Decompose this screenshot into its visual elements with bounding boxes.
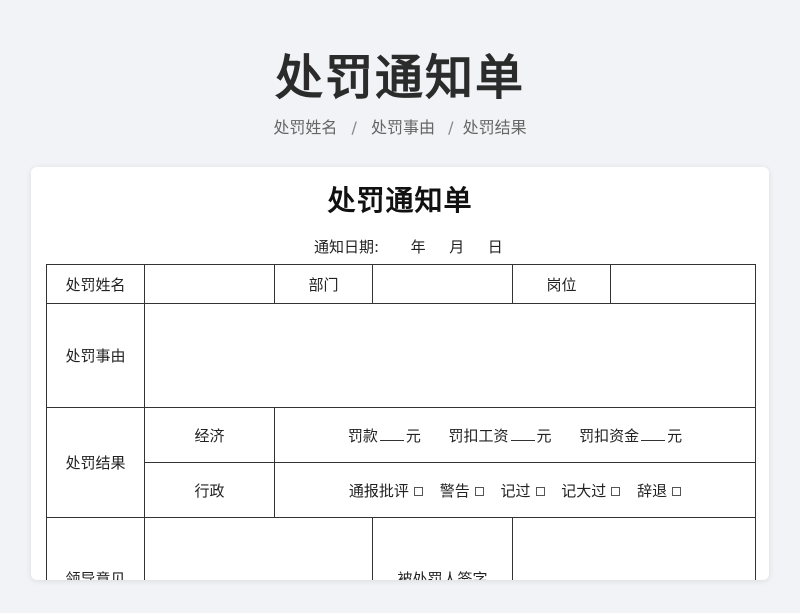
post-label-cell: 岗位 bbox=[512, 264, 611, 304]
fund-blank[interactable] bbox=[641, 426, 666, 441]
option-criticism: 通报批评 bbox=[348, 481, 409, 500]
reason-label-cell: 处罚事由 bbox=[46, 303, 145, 408]
wage-label: 罚扣工资 bbox=[448, 426, 509, 445]
table-row: 处罚结果 经济 罚款 元 罚扣工资 元 罚扣资金 元 bbox=[46, 407, 756, 518]
page-title: 处罚通知单 bbox=[274, 50, 525, 106]
notice-date-line: 通知日期: 年 月 日 bbox=[314, 236, 503, 257]
document-preview-card: 处罚通知单 通知日期: 年 月 日 处罚姓名 部门 岗位 处罚事由 处罚结果 经… bbox=[31, 167, 769, 580]
option-warning: 警告 bbox=[439, 481, 470, 500]
breadcrumb-item-result: 处罚结果 bbox=[462, 118, 527, 137]
breadcrumb: 处罚姓名 / 处罚事由 / 处罚结果 bbox=[0, 114, 800, 138]
checkbox-criticism[interactable] bbox=[413, 486, 423, 496]
fine-label: 罚款 bbox=[347, 426, 378, 445]
leader-label-cell: 领导意见 bbox=[46, 517, 145, 580]
checkbox-demerit[interactable] bbox=[535, 486, 545, 496]
yuan-label: 元 bbox=[536, 426, 552, 445]
name-label-cell: 处罚姓名 bbox=[46, 264, 145, 304]
breadcrumb-item-name: 处罚姓名 bbox=[273, 118, 338, 137]
result-label-cell: 处罚结果 bbox=[46, 407, 145, 518]
table-row: 行政 通报批评 警告 记过 记大过 辞退 bbox=[47, 462, 756, 518]
admin-label-cell: 行政 bbox=[144, 462, 275, 518]
economic-value-cell: 罚款 元 罚扣工资 元 罚扣资金 元 bbox=[274, 407, 756, 463]
dept-value-cell[interactable] bbox=[372, 264, 513, 304]
option-dismissal: 辞退 bbox=[637, 481, 668, 500]
yuan-label: 元 bbox=[667, 426, 683, 445]
admin-options-cell: 通报批评 警告 记过 记大过 辞退 bbox=[274, 462, 756, 518]
yuan-label: 元 bbox=[405, 426, 421, 445]
table-row: 处罚事由 bbox=[46, 303, 756, 408]
leader-value-cell[interactable] bbox=[144, 517, 373, 580]
fine-blank[interactable] bbox=[379, 426, 404, 441]
signee-label-cell: 被处罚人签字 bbox=[372, 517, 513, 580]
table-row: 领导意见 被处罚人签字 bbox=[46, 517, 756, 580]
checkbox-warning[interactable] bbox=[474, 486, 484, 496]
date-year: 年 bbox=[410, 238, 426, 256]
checkbox-major-demerit[interactable] bbox=[611, 486, 621, 496]
breadcrumb-separator: / bbox=[351, 118, 357, 137]
name-value-cell[interactable] bbox=[144, 264, 275, 304]
table-row: 处罚姓名 部门 岗位 bbox=[46, 264, 756, 304]
reason-value-cell[interactable] bbox=[144, 303, 756, 408]
dept-label-cell: 部门 bbox=[274, 264, 373, 304]
option-demerit: 记过 bbox=[500, 481, 531, 500]
economic-label-cell: 经济 bbox=[144, 407, 275, 463]
fund-label: 罚扣资金 bbox=[579, 426, 640, 445]
wage-blank[interactable] bbox=[510, 426, 535, 441]
document-title: 处罚通知单 bbox=[327, 184, 473, 217]
checkbox-dismissal[interactable] bbox=[672, 486, 682, 496]
date-month: 月 bbox=[449, 238, 465, 256]
signee-value-cell[interactable] bbox=[512, 517, 756, 580]
breadcrumb-item-reason: 处罚事由 bbox=[370, 118, 435, 137]
post-value-cell[interactable] bbox=[610, 264, 756, 304]
option-major-demerit: 记大过 bbox=[561, 481, 607, 500]
penalty-form-table: 处罚姓名 部门 岗位 处罚事由 处罚结果 经济 罚款元 罚扣工资元 罚扣资金元 … bbox=[46, 264, 756, 580]
date-day: 日 bbox=[487, 238, 503, 256]
breadcrumb-separator: / bbox=[448, 118, 454, 137]
date-label: 通知日期: bbox=[314, 238, 380, 256]
